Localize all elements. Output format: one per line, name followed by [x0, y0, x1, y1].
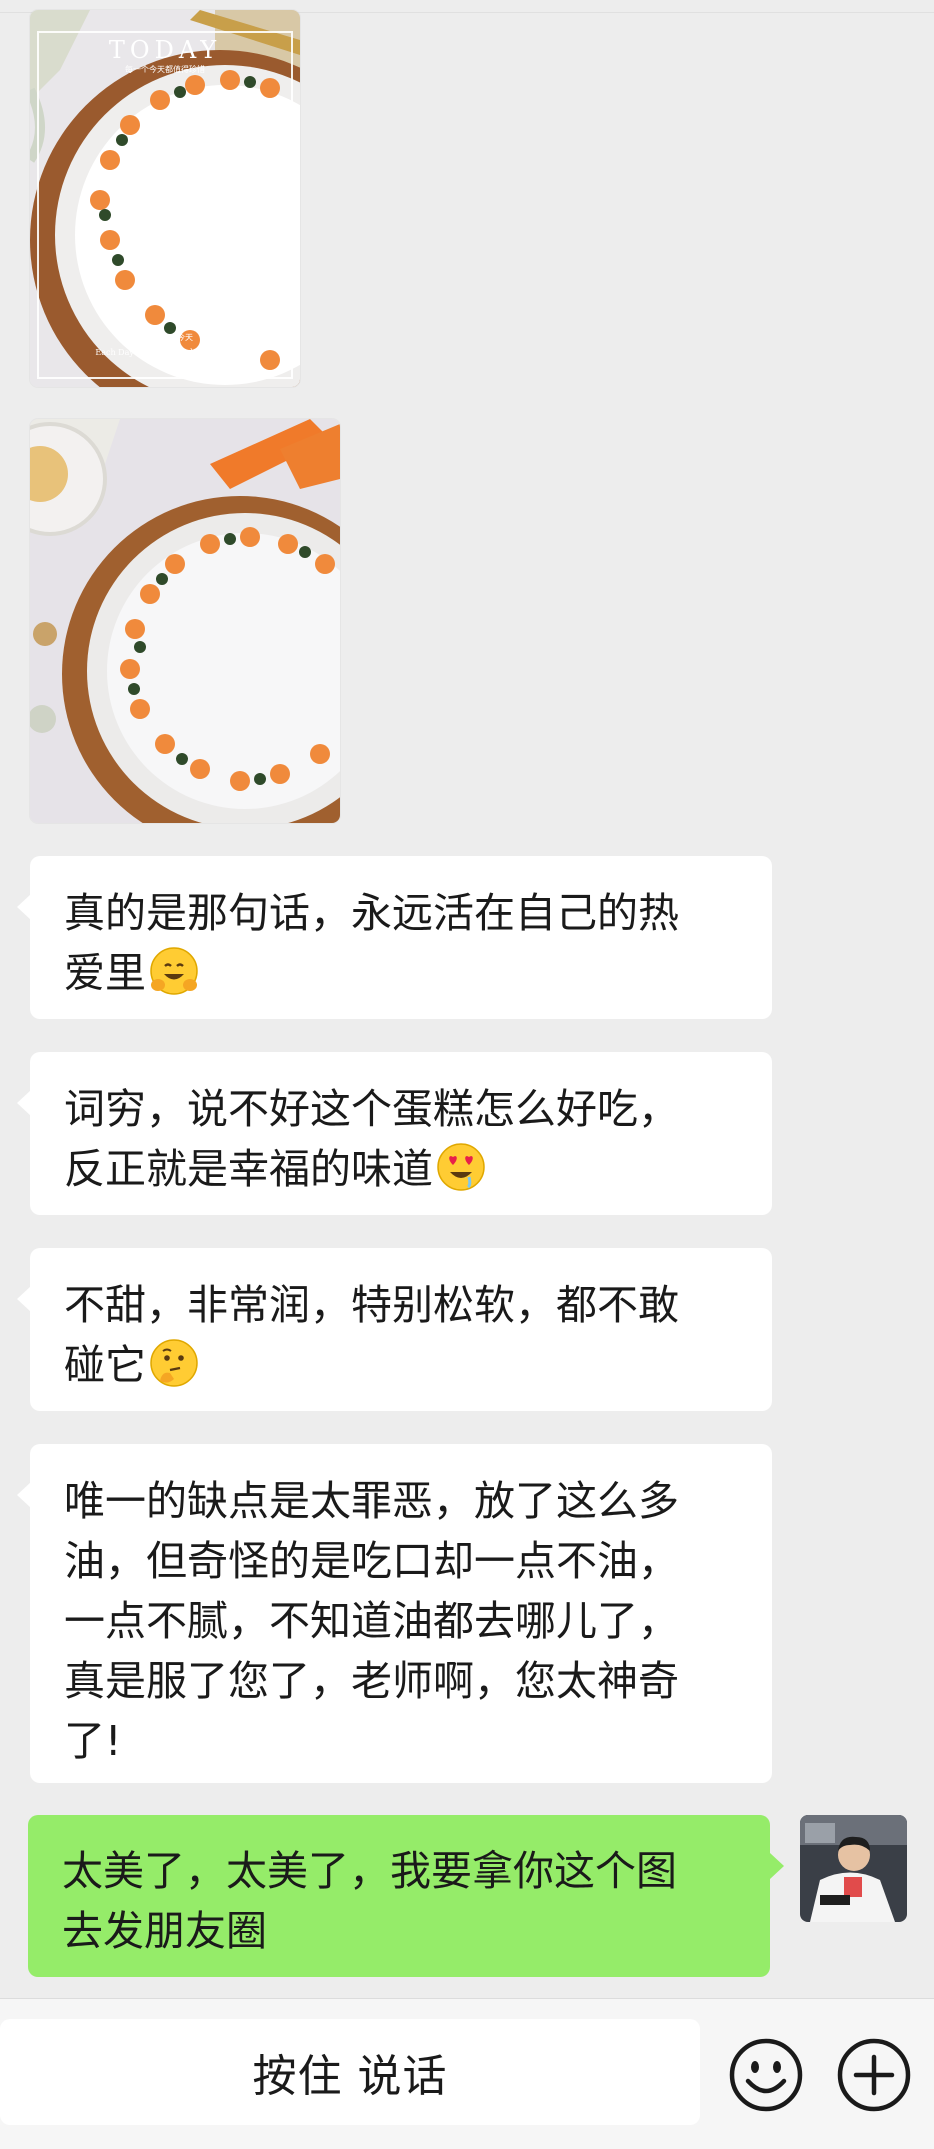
message-line: 不甜，非常润，特别松软，都不敢	[64, 1281, 679, 1329]
incoming-message[interactable]: 词穷，说不好这个蛋糕怎么好吃， 反正就是幸福的味道	[17, 1052, 772, 1215]
cake-photo-2[interactable]	[30, 419, 340, 823]
message-line: 太美了，太美了，我要拿你这个图	[62, 1847, 677, 1895]
photo-overlay-caption-2: Each Day Worth Cherishing Today	[95, 348, 235, 357]
message-line: 一点不腻，不知道油都去哪儿了，	[64, 1597, 679, 1645]
plus-icon[interactable]	[836, 2037, 912, 2113]
message-line: 油，但奇怪的是吃口却一点不油，	[64, 1537, 679, 1585]
hugging-face-icon	[150, 947, 198, 995]
photo-overlay-title: TODAY	[109, 36, 221, 64]
message-line: 反正就是幸福的味道	[64, 1145, 433, 1193]
message-line: 词穷，说不好这个蛋糕怎么好吃，	[64, 1085, 679, 1133]
incoming-message[interactable]: 唯一的缺点是太罪恶，放了这么多 油，但奇怪的是吃口却一点不油， 一点不腻，不知道…	[17, 1444, 772, 1783]
input-bar: 按住 说话	[0, 1998, 934, 2149]
heart-eyes-drooling-face-icon	[437, 1143, 485, 1191]
outgoing-message[interactable]: 太美了，太美了，我要拿你这个图 去发朋友圈	[28, 1815, 784, 1977]
avatar[interactable]	[800, 1815, 907, 1922]
thinking-face-icon	[150, 1339, 198, 1387]
cake-photo-1[interactable]: TODAY 每一个今天都值得珍惜 珍惜每一个今天 Each Day Worth …	[30, 10, 300, 387]
incoming-message[interactable]: 不甜，非常润，特别松软，都不敢 碰它	[17, 1248, 772, 1411]
message-line: 了!	[64, 1717, 122, 1765]
hold-to-talk-button[interactable]: 按住 说话	[0, 2019, 700, 2125]
message-line: 唯一的缺点是太罪恶，放了这么多	[64, 1477, 679, 1525]
message-line: 碰它	[64, 1341, 146, 1389]
photo-overlay-subtitle: 每一个今天都值得珍惜	[125, 64, 205, 74]
message-line: 真的是那句话，永远活在自己的热	[64, 889, 679, 937]
message-line: 真是服了您了，老师啊，您太神奇	[64, 1657, 679, 1705]
photo-overlay-caption-1: 珍惜每一个今天	[137, 332, 193, 342]
incoming-message[interactable]: 真的是那句话，永远活在自己的热 爱里	[17, 856, 772, 1019]
smile-icon[interactable]	[728, 2037, 804, 2113]
message-line: 爱里	[64, 949, 146, 997]
message-line: 去发朋友圈	[62, 1907, 267, 1955]
